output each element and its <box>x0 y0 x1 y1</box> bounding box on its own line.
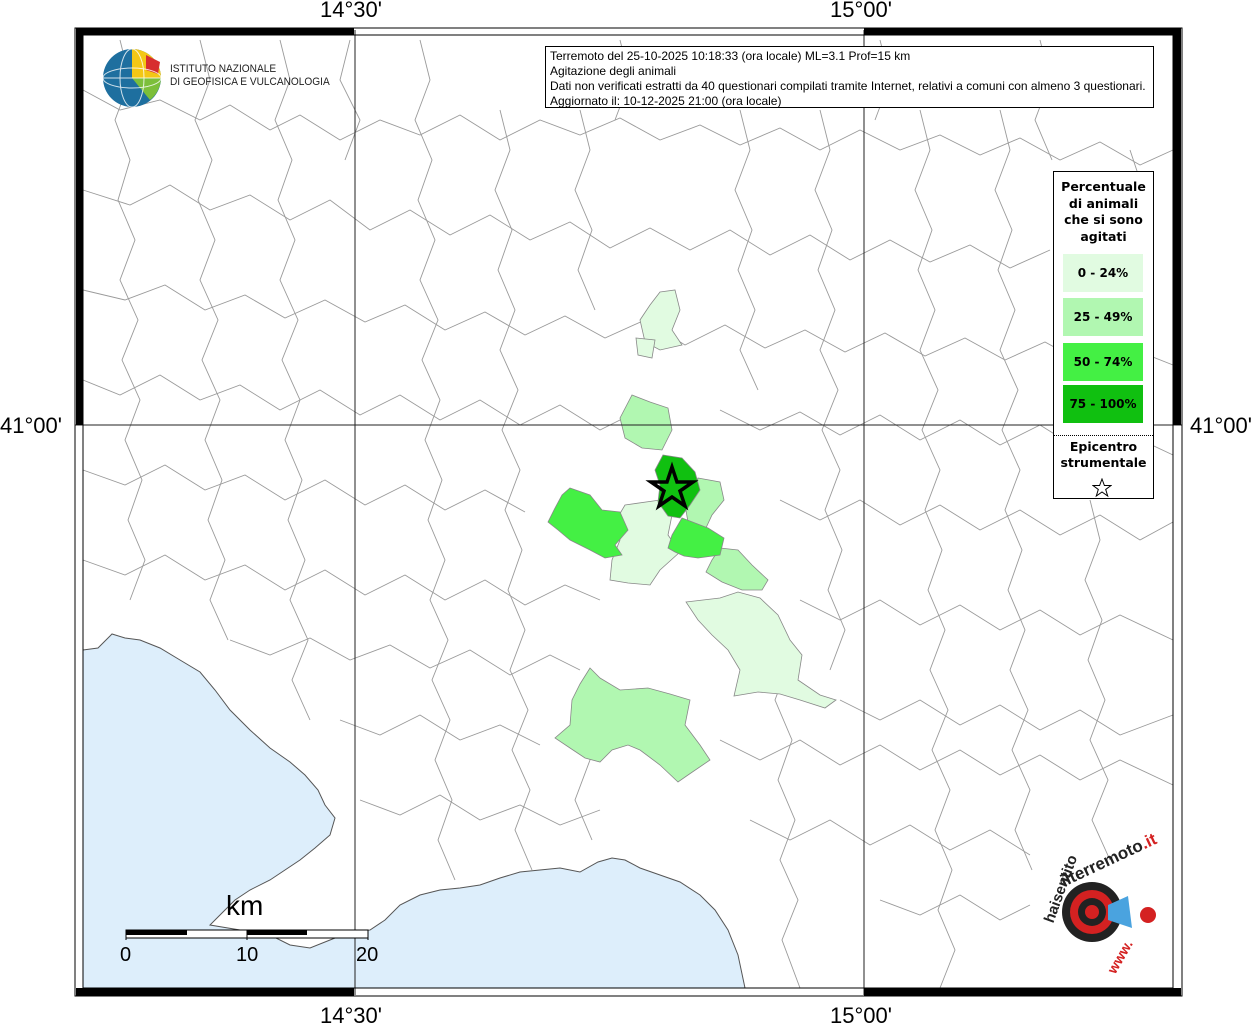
municipality-50-74 <box>547 487 629 559</box>
municipality-0-24 <box>685 591 837 709</box>
map-canvas: haisentito ilterremoto.it www. <box>74 27 1183 997</box>
legend-epicenter-line: strumentale <box>1060 455 1147 470</box>
legend-swatch-75-100: 75 - 100% <box>1063 385 1143 423</box>
legend: Percentuale di animali che si sono agita… <box>1053 171 1154 499</box>
scale-tick-10: 10 <box>236 944 259 966</box>
legend-swatch-0-24: 0 - 24% <box>1063 254 1143 292</box>
info-line-updated: Aggiornato il: 10-12-2025 21:00 (ora loc… <box>550 94 782 108</box>
municipality-fills <box>547 289 837 783</box>
municipality-50-74 <box>667 517 725 559</box>
scale-unit: km <box>226 890 264 921</box>
legend-title-line: di animali <box>1068 195 1139 211</box>
legend-epicenter-line: Epicentro <box>1069 439 1138 454</box>
lon-label-top-right: 15°00' <box>830 0 892 22</box>
info-line-source: Dati non verificati estratti da 40 quest… <box>550 79 1146 93</box>
municipality-0-24 <box>635 337 656 359</box>
info-line-event: Terremoto del 25-10-2025 10:18:33 (ora l… <box>550 49 911 63</box>
lon-label-bottom-left: 14°30' <box>320 1003 382 1028</box>
legend-epicenter-label: Epicentro strumentale <box>1054 439 1153 471</box>
legend-title-line: agitati <box>1080 228 1127 244</box>
municipality-25-49 <box>619 394 673 451</box>
scale-tick-20: 20 <box>356 944 379 966</box>
municipality-25-49 <box>554 667 711 783</box>
ingv-logo-line1: ISTITUTO NAZIONALE <box>170 63 277 75</box>
info-box: Terremoto del 25-10-2025 10:18:33 (ora l… <box>545 46 1154 108</box>
legend-title-line: che si sono <box>1064 212 1143 227</box>
haisentito-logo-icon: haisentito ilterremoto.it www. <box>1041 829 1160 977</box>
ingv-logo-icon <box>102 48 162 108</box>
scale-bar <box>125 929 369 940</box>
svg-text:www.: www. <box>1103 937 1135 977</box>
ingv-logo-text: ISTITUTO NAZIONALE DI GEOFISICA E VULCAN… <box>170 63 330 89</box>
lon-label-bottom-right: 15°00' <box>830 1003 892 1028</box>
legend-title: Percentuale di animali che si sono agita… <box>1054 179 1153 245</box>
scale-tick-0: 0 <box>120 944 132 966</box>
lat-label-left: 41°00' <box>0 413 62 438</box>
legend-swatch-50-74: 50 - 74% <box>1063 343 1143 381</box>
legend-title-line: Percentuale <box>1061 179 1146 194</box>
ingv-logo-line2: DI GEOFISICA E VULCANOLOGIA <box>170 76 330 88</box>
legend-star-icon <box>1092 478 1112 498</box>
legend-separator <box>1054 435 1153 436</box>
info-line-topic: Agitazione degli animali <box>550 64 677 78</box>
legend-swatch-25-49: 25 - 49% <box>1063 298 1143 336</box>
lon-label-top-left: 14°30' <box>320 0 382 22</box>
lat-label-right: 41°00' <box>1190 413 1252 438</box>
